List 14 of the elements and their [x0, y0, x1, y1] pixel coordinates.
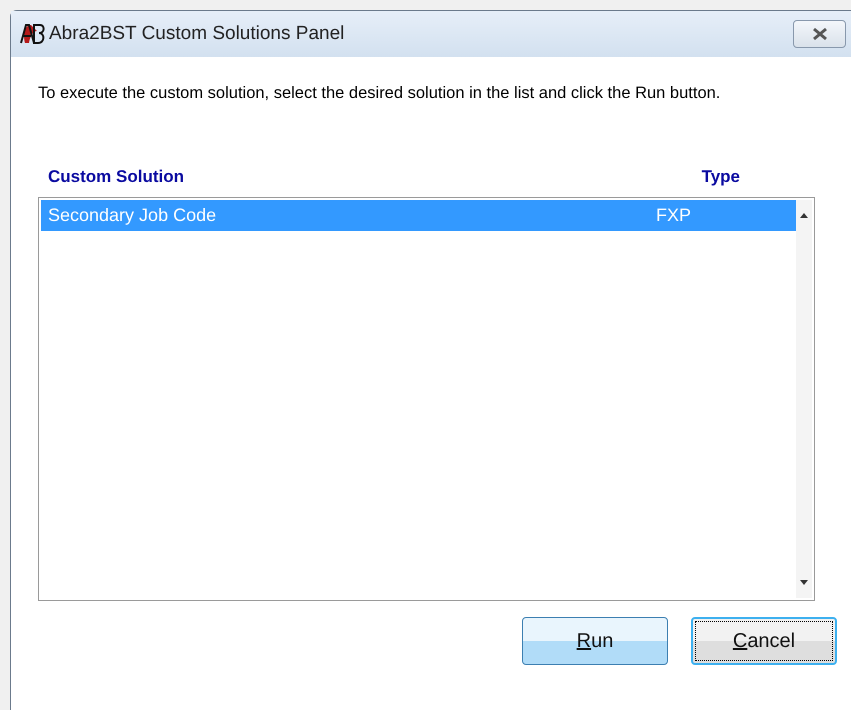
- dialog-button[interactable]: Cancel: [691, 617, 837, 665]
- scroll-up-icon[interactable]: [799, 212, 809, 218]
- scroll-down-icon[interactable]: [799, 580, 809, 586]
- app-logo-icon: [19, 22, 45, 46]
- window-title: Abra2BST Custom Solutions Panel: [49, 23, 346, 45]
- close-icon: [810, 27, 828, 41]
- scrollbar[interactable]: [796, 200, 812, 598]
- column-header: Custom Solution: [48, 167, 185, 187]
- dialog-button[interactable]: Run: [522, 617, 668, 665]
- close-button[interactable]: [793, 20, 846, 48]
- column-header: Type: [702, 167, 740, 187]
- solution-type: FXP: [656, 205, 692, 226]
- solution-name: Secondary Job Code: [48, 205, 218, 226]
- instruction-text: To execute the custom solution, select the desired solution in the list and click the Run button.: [38, 83, 722, 104]
